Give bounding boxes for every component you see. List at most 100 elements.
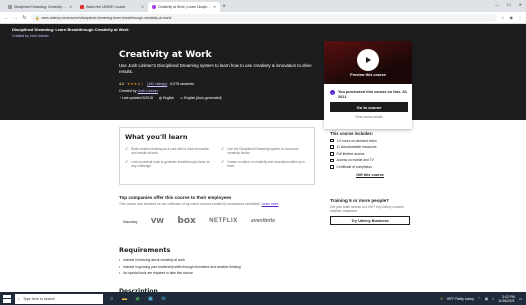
- sticky-course-creator[interactable]: Created by Josh Linkner: [12, 34, 514, 38]
- vw-logo: VW: [150, 217, 164, 226]
- mail-icon[interactable]: ✉: [159, 294, 168, 303]
- browser-tab-active[interactable]: Creativity at Work | Learn Disciplined..…: [148, 2, 220, 12]
- browser-tab-bar: Disciplined Dreaming: Creativity at Work…: [0, 0, 526, 12]
- close-tab-icon[interactable]: ✕: [69, 5, 72, 9]
- search-icon: ⌕: [18, 296, 21, 301]
- notifications-icon[interactable]: ▭: [519, 297, 522, 301]
- new-tab-button[interactable]: +: [220, 2, 228, 12]
- includes-heading: This course includes:: [330, 131, 374, 136]
- preview-label: Preview this course: [350, 73, 386, 77]
- tab-label: Watch the UDEMY course: [86, 5, 126, 9]
- window-controls: — ☐ ✕: [495, 2, 522, 7]
- taskbar-clock[interactable]: 3:42 PM 11/26/2021: [498, 295, 515, 303]
- creator-link[interactable]: Josh Linkner: [138, 89, 158, 93]
- profile-icon[interactable]: ◉: [510, 15, 514, 20]
- forward-arrow-icon[interactable]: →: [13, 15, 18, 21]
- course-hero-band: [0, 32, 526, 120]
- course-subtitle: Use Josh Linkner's Disciplined Dreaming …: [119, 63, 312, 74]
- include-item: 1.5 hours on-demand video: [330, 139, 410, 143]
- try-udemy-business-button[interactable]: Try Udemy Business: [330, 216, 410, 226]
- include-item: 11 downloadable resources: [330, 145, 410, 149]
- taskbar-search-placeholder: Type here to search: [23, 296, 55, 301]
- menu-dots-icon[interactable]: ⋮: [518, 15, 522, 20]
- back-arrow-icon[interactable]: ←: [4, 15, 9, 21]
- last-updated-text: Last updated 9/2018: [122, 96, 153, 100]
- rating-value: 4.2: [119, 82, 124, 86]
- requirement-item: Interest in growing your leadership skil…: [119, 265, 315, 269]
- box-logo: box: [177, 216, 196, 227]
- course-includes: This course includes: 1.5 hours on-deman…: [330, 131, 410, 177]
- training-heading: Training 5 or more people?: [330, 198, 389, 203]
- chrome-icon[interactable]: ◉: [133, 294, 142, 303]
- requirements-section: Requirements Interest in learning about …: [119, 246, 315, 275]
- requirement-item: No special tools are required to take th…: [119, 271, 315, 275]
- go-to-course-button[interactable]: Go to course: [330, 102, 408, 112]
- reload-icon[interactable]: ↻: [22, 15, 27, 21]
- learn-item: ✓ Build creative thinking as a core skill…: [125, 146, 213, 156]
- star-rating-icon: ★★★★☆: [127, 82, 145, 86]
- gift-course-link[interactable]: Gift this course: [330, 173, 410, 177]
- play-icon[interactable]: [357, 49, 379, 71]
- windows-start-icon[interactable]: [3, 294, 11, 303]
- include-item-text: Certificate of completion: [336, 164, 372, 169]
- file-explorer-icon[interactable]: ▬: [120, 294, 129, 303]
- rating-row: 4.2 ★★★★☆ (182 ratings) 6,078 students: [119, 82, 194, 86]
- task-view-icon[interactable]: ○: [107, 294, 116, 303]
- file-icon: [330, 145, 334, 149]
- weather-text[interactable]: 69°F Partly sunny: [447, 297, 474, 301]
- star-bookmark-icon[interactable]: ☆: [501, 15, 505, 20]
- creator-row: Created by Josh Linkner: [119, 89, 158, 93]
- close-tab-icon[interactable]: ✕: [213, 5, 216, 9]
- learn-item: ✓ Use the Disciplined Dreaming system to …: [221, 146, 309, 156]
- checkmark-icon: ✓: [221, 158, 225, 164]
- taskbar-search[interactable]: ⌕ Type here to search: [15, 293, 103, 304]
- learn-heading: What you'll learn: [125, 133, 188, 141]
- volume-icon[interactable]: ◖: [492, 297, 494, 301]
- address-bar: ← → ↻ 🔒 www.udemy.com/course/disciplined…: [0, 12, 526, 24]
- browser-tab[interactable]: Watch the UDEMY course ✕: [76, 2, 148, 12]
- video-icon: [330, 138, 334, 143]
- course-meta-row: ◔ Last updated 9/2018 ◍ English ▭ Englis…: [119, 96, 221, 100]
- students-count: 6,078 students: [170, 82, 194, 86]
- include-item: Certificate of completion: [330, 165, 410, 169]
- course-preview[interactable]: Preview this course: [324, 41, 412, 84]
- browser-extensions: ☆ ◉ ⋮: [501, 15, 522, 20]
- requirement-item: Interest in learning about creativity at…: [119, 258, 315, 262]
- business-text: This course was selected for our collect…: [119, 202, 315, 206]
- udemy-favicon-icon: [152, 5, 156, 9]
- sticky-course-title: Disciplined Dreaming: Learn Breakthrough…: [12, 27, 129, 32]
- minimize-icon[interactable]: —: [495, 2, 499, 7]
- sticky-course-header: Disciplined Dreaming: Learn Breakthrough…: [0, 24, 526, 44]
- include-item-text: Access on mobile and TV: [336, 158, 374, 163]
- windows-taskbar: ⌕ Type here to search ○ ▬ ◉ ▣ ✉ ☀ 69°F P…: [0, 292, 526, 305]
- network-icon[interactable]: ▤: [485, 297, 488, 301]
- close-tab-icon[interactable]: ✕: [141, 5, 144, 9]
- udemy-favicon-icon: [8, 5, 12, 9]
- chevron-up-icon[interactable]: ⌃: [478, 297, 481, 301]
- mobile-icon: [330, 158, 334, 163]
- include-item: Full lifetime access: [330, 152, 410, 156]
- company-logos: Nasdaq VW box NETFLIX eventbrite: [119, 216, 279, 226]
- url-field[interactable]: 🔒 www.udemy.com/course/disciplined-dream…: [31, 13, 497, 22]
- close-window-icon[interactable]: ✕: [519, 2, 522, 7]
- purchased-notice: i You purchased this course on Nov. 26, …: [330, 90, 408, 100]
- business-section: Top companies offer this course to their…: [119, 195, 315, 226]
- maximize-icon[interactable]: ☐: [507, 2, 511, 7]
- include-item-text: 11 downloadable resources: [336, 145, 377, 150]
- language-text: English: [162, 96, 174, 100]
- url-text: www.udemy.com/course/disciplined-dreamin…: [41, 15, 172, 20]
- browser-tab[interactable]: Disciplined Dreaming: Creativity at Work…: [4, 2, 76, 12]
- clock-date: 11/26/2021: [498, 298, 515, 303]
- what-youll-learn-box: What you'll learn ✓ Build creative thinki…: [119, 127, 315, 185]
- store-icon[interactable]: ▣: [146, 294, 155, 303]
- learn-item-text: Create a culture of creativity and innov…: [227, 159, 305, 168]
- netflix-logo: NETFLIX: [209, 218, 238, 225]
- view-course-link[interactable]: View course details: [330, 115, 408, 119]
- tab-label: Creativity at Work | Learn Disciplined..…: [158, 5, 212, 9]
- course-sidebar-card: Preview this course i You purchased this…: [324, 41, 412, 129]
- ratings-count-link[interactable]: (182 ratings): [147, 82, 167, 86]
- learn-items: ✓ Build creative thinking as a core skill…: [125, 146, 309, 168]
- learn-more-link[interactable]: Learn more: [262, 202, 279, 206]
- business-heading: Top companies offer this course to their…: [119, 195, 232, 200]
- lock-icon: 🔒: [35, 15, 40, 20]
